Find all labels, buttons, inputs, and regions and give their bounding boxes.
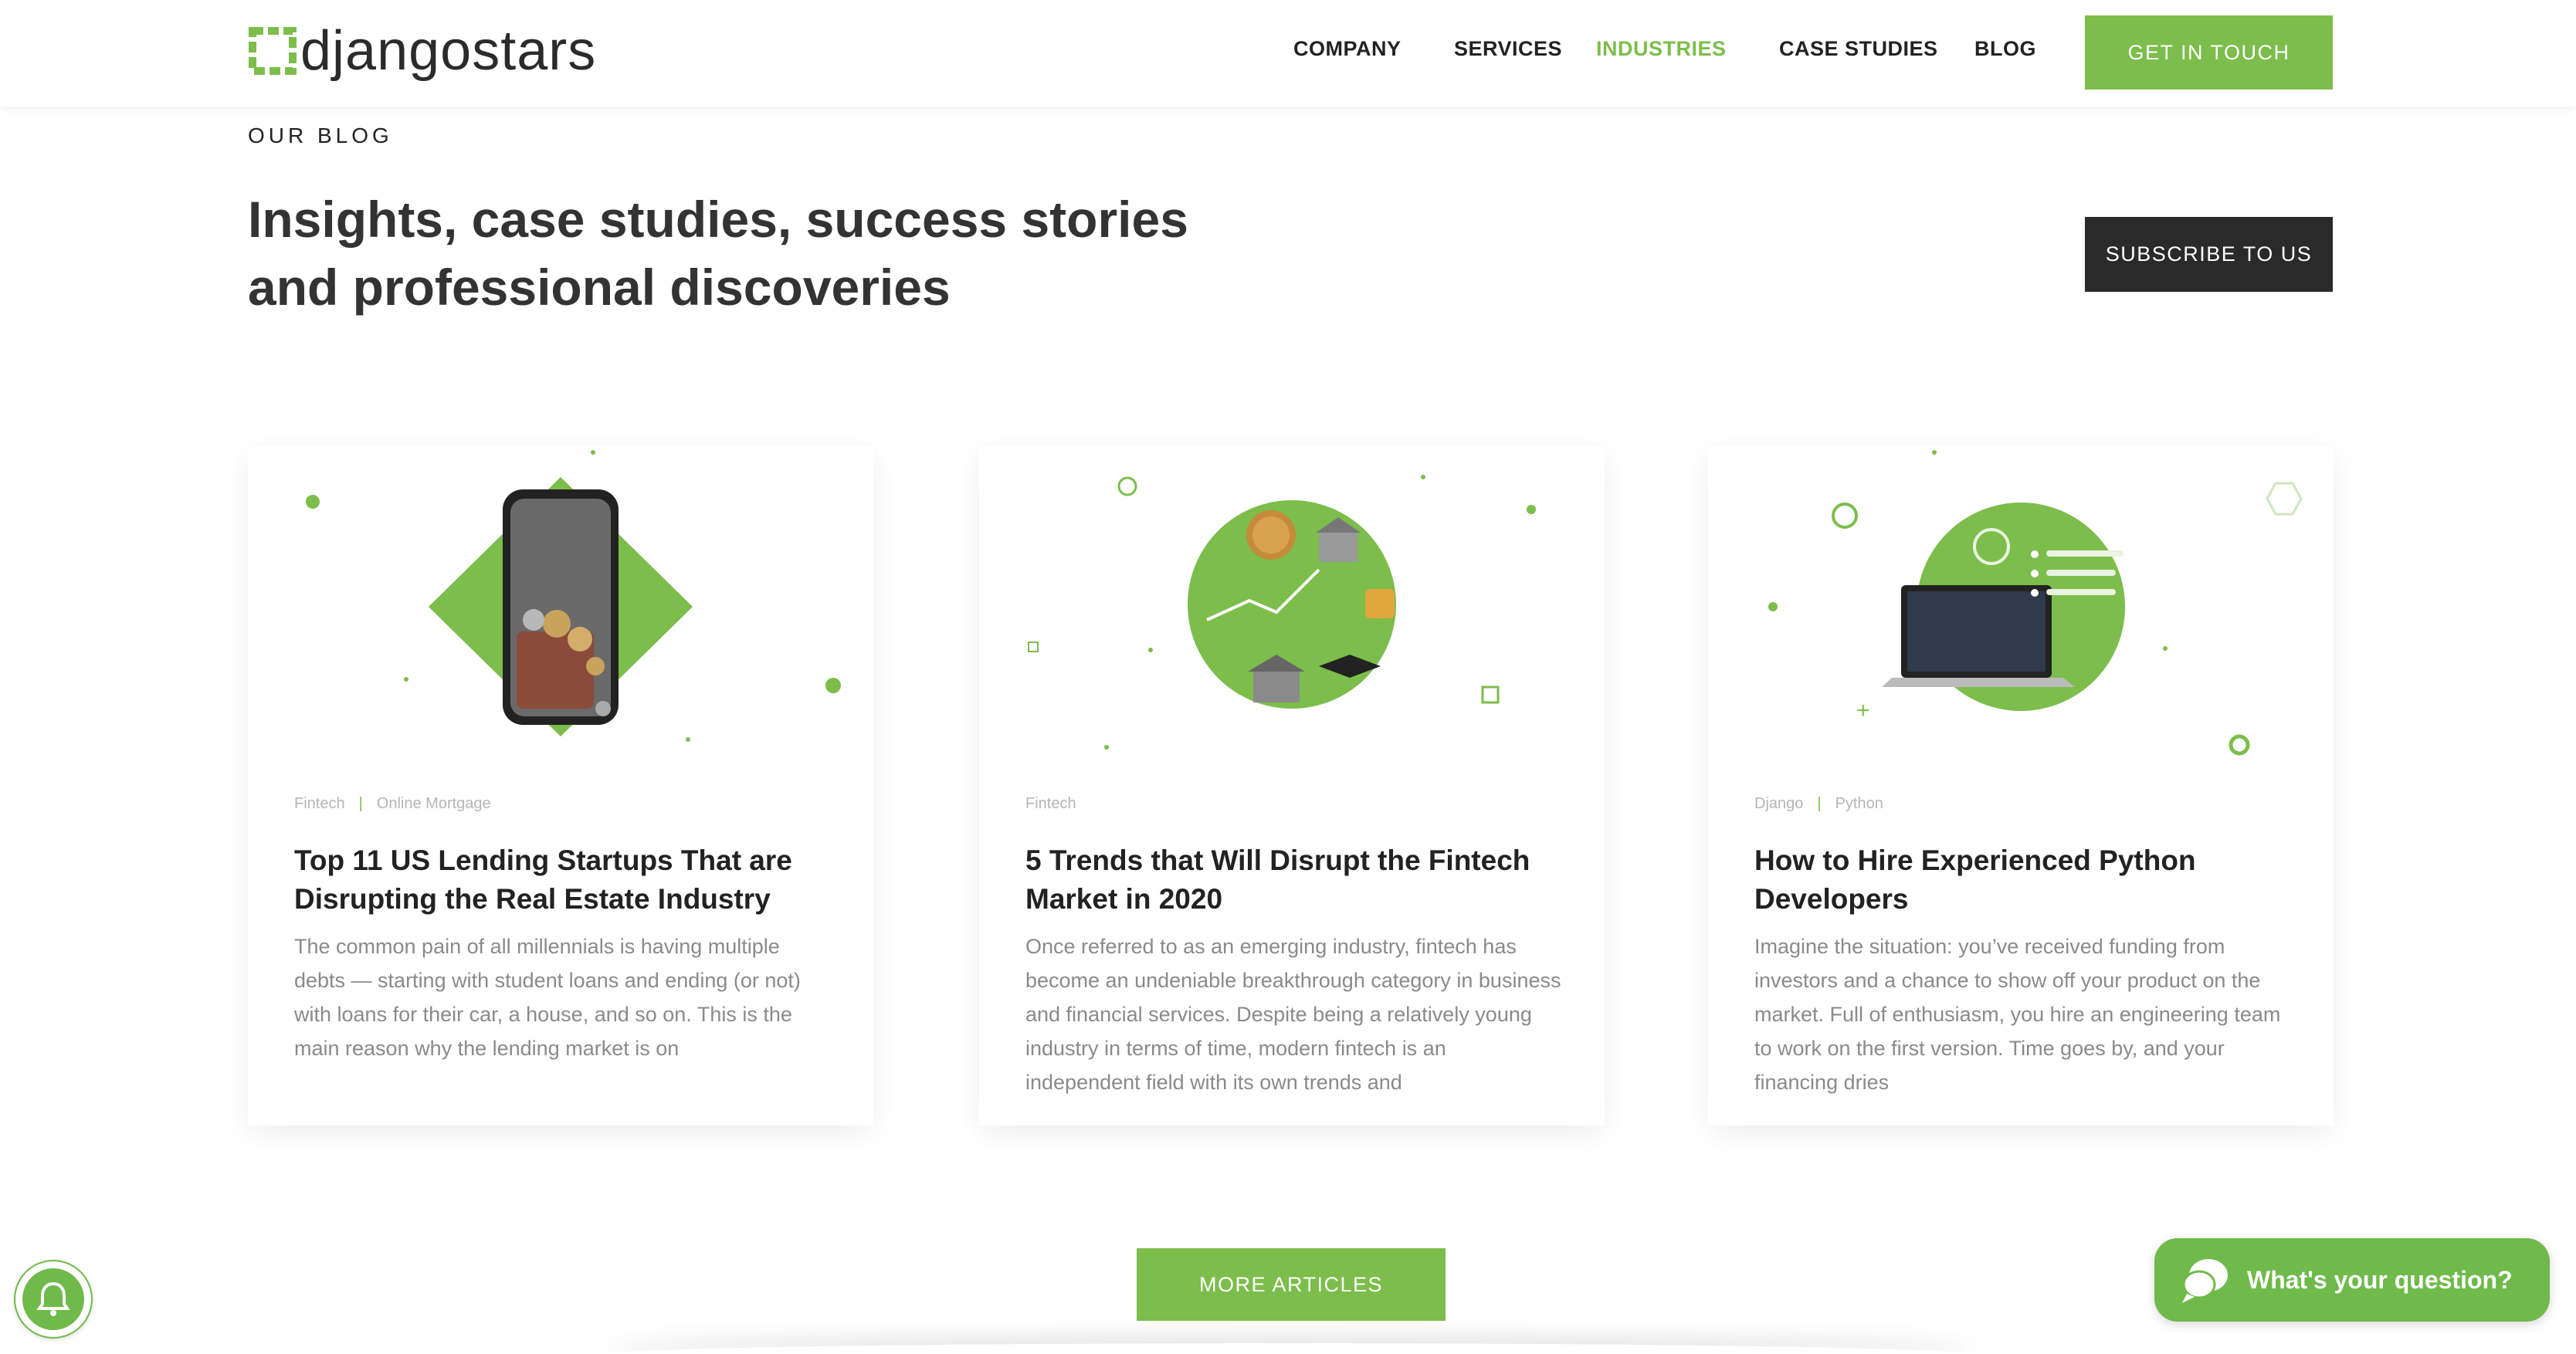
subscribe-button[interactable]: SUBSCRIBE TO US: [2085, 217, 2333, 292]
section-kicker: OUR BLOG: [248, 124, 393, 147]
nav-company[interactable]: COMPANY: [1293, 37, 1402, 61]
card-tags: Fintech | Online Mortgage: [294, 795, 491, 812]
card-title[interactable]: How to Hire Experienced Python Developer…: [1754, 841, 2295, 919]
card-excerpt: Once referred to as an emerging industry…: [1025, 935, 1561, 1094]
tag[interactable]: Online Mortgage: [377, 795, 491, 812]
page-title: Insights, case studies, success stories …: [248, 191, 1188, 316]
card-excerpt: The common pain of all millennials is ha…: [294, 935, 801, 1060]
fintech-illustration: [1028, 475, 1536, 750]
card-excerpt: Imagine the situation: you’ve received f…: [1754, 935, 2281, 1094]
footer-edge: [602, 1343, 1977, 1354]
tag[interactable]: Fintech: [1025, 795, 1076, 812]
article-card[interactable]: + Django | Python How to Hire Experienced …: [1708, 446, 2334, 1126]
nav-case-studies[interactable]: CASE STUDIES: [1779, 37, 1938, 61]
chat-widget-button[interactable]: What's your question?: [2154, 1238, 2550, 1322]
nav-industries[interactable]: INDUSTRIES: [1596, 37, 1727, 61]
chat-label: What's your question?: [2247, 1265, 2513, 1294]
chat-bubble-icon: [2182, 1259, 2228, 1303]
laptop-python-illustration: +: [1768, 450, 2303, 756]
card-title[interactable]: Top 11 US Lending Startups That are Disr…: [294, 841, 835, 919]
logo-icon: [249, 27, 297, 75]
svg-text:+: +: [1856, 698, 1870, 723]
logo[interactable]: djangostars: [248, 23, 596, 79]
card-title[interactable]: 5 Trends that Will Disrupt the Fintech M…: [1025, 841, 1566, 919]
article-card[interactable]: Fintech 5 Trends that Will Disrupt the F…: [979, 446, 1605, 1126]
card-tags: Django | Python: [1754, 795, 1883, 812]
notifications-button[interactable]: [15, 1261, 91, 1337]
nav-blog[interactable]: BLOG: [1974, 37, 2036, 61]
article-card[interactable]: Fintech | Online Mortgage Top 11 US Lendin…: [248, 446, 873, 1126]
nav-services[interactable]: SERVICES: [1454, 37, 1562, 61]
more-articles-button[interactable]: MORE ARTICLES: [1137, 1248, 1446, 1321]
tag[interactable]: Django: [1754, 795, 1803, 812]
bell-icon: [22, 1268, 84, 1330]
logo-text: djangostars: [300, 20, 597, 82]
get-in-touch-button[interactable]: GET IN TOUCH: [2085, 15, 2333, 90]
phone-wallet-illustration: [306, 450, 841, 742]
site-header: djangostars COMPANY SERVICES INDUSTRIES …: [0, 0, 2576, 107]
tag[interactable]: Python: [1835, 795, 1883, 812]
tag[interactable]: Fintech: [294, 795, 345, 812]
card-tags: Fintech: [1025, 795, 1076, 813]
